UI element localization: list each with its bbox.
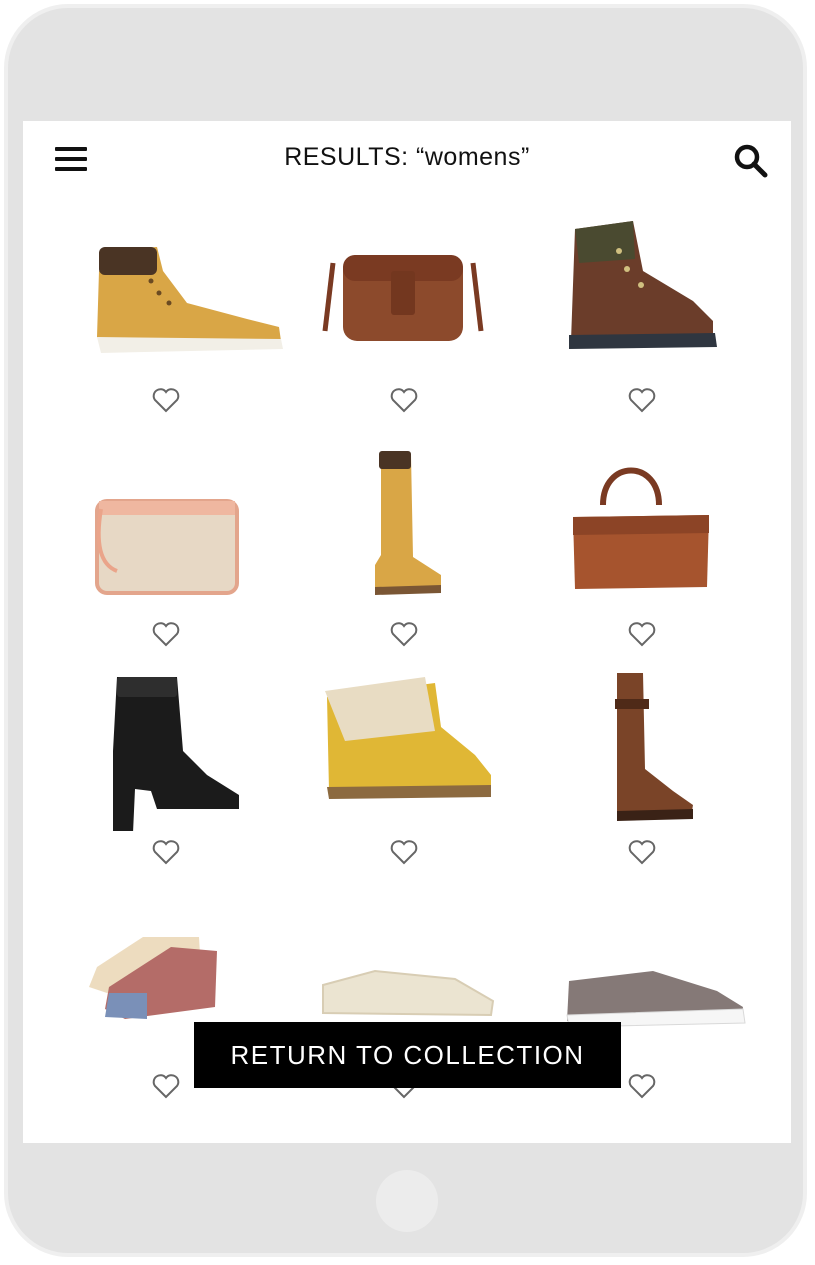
- heart-icon[interactable]: [152, 387, 180, 413]
- heart-icon[interactable]: [390, 839, 418, 865]
- heart-icon[interactable]: [390, 621, 418, 647]
- heart-icon[interactable]: [152, 621, 180, 647]
- heart-icon[interactable]: [628, 839, 656, 865]
- product-tile[interactable]: [523, 445, 759, 647]
- product-tile[interactable]: [285, 445, 521, 647]
- heart-icon[interactable]: [390, 387, 418, 413]
- screen: RESULTS: “womens” RETURN TO COLLECTION: [23, 121, 791, 1143]
- product-tile[interactable]: [523, 211, 759, 413]
- product-image[interactable]: [523, 211, 759, 371]
- product-image[interactable]: [47, 445, 283, 605]
- page-title: RESULTS: “womens”: [284, 143, 530, 171]
- home-button[interactable]: [376, 1170, 438, 1232]
- product-tile[interactable]: [47, 211, 283, 413]
- product-image[interactable]: [47, 671, 283, 831]
- product-image[interactable]: [523, 671, 759, 831]
- product-image[interactable]: [285, 445, 521, 605]
- heart-icon[interactable]: [628, 387, 656, 413]
- product-image[interactable]: [285, 211, 521, 371]
- product-image[interactable]: [523, 445, 759, 605]
- product-image[interactable]: [285, 671, 521, 831]
- product-tile[interactable]: [523, 671, 759, 871]
- search-icon[interactable]: [733, 143, 769, 179]
- return-to-collection-button[interactable]: RETURN TO COLLECTION: [194, 1022, 621, 1088]
- heart-icon[interactable]: [152, 1073, 180, 1099]
- heart-icon[interactable]: [628, 621, 656, 647]
- product-tile[interactable]: [285, 211, 521, 413]
- heart-icon[interactable]: [152, 839, 180, 865]
- product-tile[interactable]: [47, 445, 283, 647]
- product-image[interactable]: [47, 211, 283, 371]
- product-tile[interactable]: [285, 671, 521, 871]
- product-tile[interactable]: [47, 671, 283, 871]
- heart-icon[interactable]: [628, 1073, 656, 1099]
